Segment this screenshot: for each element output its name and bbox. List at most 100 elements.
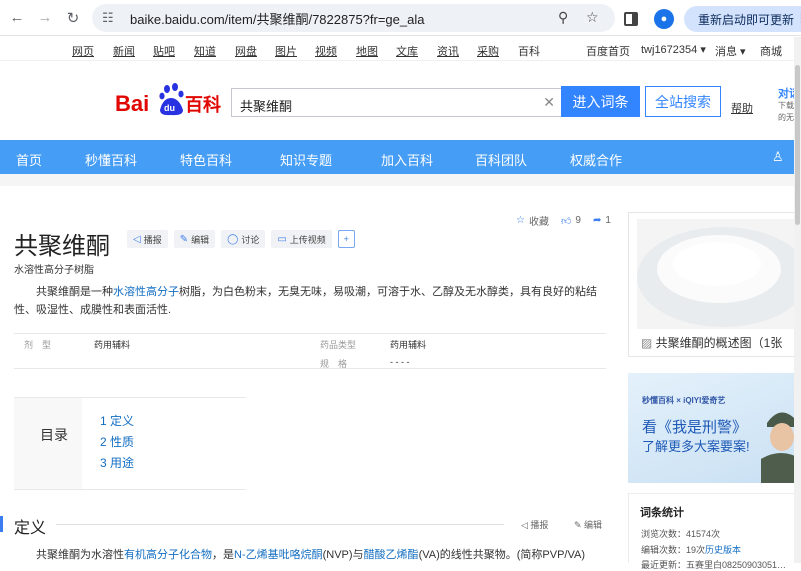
- album-caption[interactable]: ▨ 共聚维酮的概述图（1张: [641, 334, 782, 351]
- site-info-icon[interactable]: ☷: [102, 10, 118, 26]
- chat-icon: ◯: [227, 233, 239, 245]
- toplink-web[interactable]: 网页: [72, 43, 94, 59]
- nav-partner[interactable]: 权威合作: [570, 150, 622, 169]
- toplink-info[interactable]: 资讯: [437, 43, 459, 59]
- promo-subline: 了解更多大案要案!: [642, 439, 750, 454]
- toplink-baidu-home[interactable]: 百度首页: [586, 43, 630, 59]
- toplink-map[interactable]: 地图: [356, 43, 378, 59]
- baidu-baike-logo[interactable]: Bai du 百科: [115, 80, 223, 118]
- stat-views: 浏览次数：41574次: [641, 529, 721, 539]
- like-count: 9: [575, 215, 581, 226]
- section-edit-label: 编辑: [584, 520, 603, 530]
- main-nav: 首页 秒懂百科 特色百科 知识专题 加入百科 百科团队 权威合作 ♙: [0, 140, 801, 174]
- info-key-type: 药品类型: [320, 340, 357, 350]
- section-edit-button[interactable]: ✎ 编辑: [574, 518, 602, 531]
- basic-info-table: 剂 型 药用辅料 药品类型 药用辅料 规 格 - - - -: [14, 333, 606, 369]
- overview-album[interactable]: ▨ 共聚维酮的概述图（1张: [628, 212, 801, 357]
- info-value-type: 药用辅料: [390, 340, 427, 350]
- nav-topics[interactable]: 知识专题: [280, 150, 332, 169]
- scrollbar-thumb[interactable]: [795, 65, 800, 225]
- nav-miaodong[interactable]: 秒懂百科: [85, 150, 137, 169]
- defn-link-polymer[interactable]: 有机高分子化合物: [124, 549, 212, 561]
- search-input[interactable]: 共聚维酮 ✕: [231, 88, 561, 117]
- share-icon[interactable]: ➦: [593, 215, 601, 226]
- toplink-wenku[interactable]: 文库: [396, 43, 418, 59]
- entry-summary: 共聚维酮是一种水溶性高分子树脂，为白色粉末，无臭无味，易吸潮，可溶于水、乙醇及无…: [14, 283, 606, 319]
- toplink-image[interactable]: 图片: [275, 43, 297, 59]
- toplink-video[interactable]: 视频: [315, 43, 337, 59]
- profile-icon[interactable]: ●: [654, 9, 674, 29]
- defn-link-vinyl-acetate[interactable]: 醋酸乙烯酯: [364, 549, 419, 561]
- upload-video-button[interactable]: ▭ 上传视频: [271, 230, 332, 248]
- add-icon[interactable]: +: [337, 230, 355, 248]
- side-panel-icon[interactable]: [624, 12, 638, 26]
- user-menu[interactable]: twj1672354 ▾: [641, 43, 706, 56]
- info-value-dosage: 药用辅料: [94, 340, 131, 350]
- favorite-label[interactable]: 收藏: [529, 213, 549, 228]
- section-header-definition: 定义 ◁ 播报 ✎ 编辑: [0, 513, 612, 537]
- nav-featured[interactable]: 特色百科: [180, 150, 232, 169]
- stat-last-update: 最近更新：五赛里白08250903051…: [641, 560, 787, 570]
- upload-video-label: 上传视频: [289, 234, 326, 245]
- zoom-icon[interactable]: ⚲: [558, 9, 568, 26]
- toplink-news[interactable]: 新闻: [113, 43, 135, 59]
- scrollbar[interactable]: [794, 37, 801, 563]
- back-icon[interactable]: ←: [6, 7, 28, 29]
- pencil-icon: ✎: [179, 233, 189, 245]
- restart-label: 重新启动即可更新: [698, 12, 795, 27]
- toplink-purchase[interactable]: 采购: [477, 43, 499, 59]
- address-bar[interactable]: ☷ baike.baidu.com/item/共聚维酮/7822875?fr=g…: [92, 4, 615, 32]
- toc-item-properties[interactable]: 2 性质: [100, 433, 134, 450]
- clear-icon[interactable]: ✕: [543, 94, 555, 111]
- help-link[interactable]: 帮助: [731, 100, 753, 116]
- favorite-icon[interactable]: ☆: [516, 215, 525, 226]
- page-title: 共聚维酮: [14, 233, 110, 260]
- toplink-zhidao[interactable]: 知道: [194, 43, 216, 59]
- nav-join[interactable]: 加入百科: [381, 150, 433, 169]
- reload-icon[interactable]: ↻: [62, 7, 84, 29]
- toc-item-uses[interactable]: 3 用途: [100, 454, 134, 471]
- summary-text-a: 共聚维酮是一种: [36, 286, 113, 298]
- enter-entry-button[interactable]: 进入词条: [561, 86, 640, 117]
- toplink-tieba[interactable]: 贴吧: [153, 43, 175, 59]
- section-title: 定义: [14, 520, 47, 537]
- menu-dots-icon[interactable]: ⋮: [796, 11, 801, 25]
- forward-icon[interactable]: →: [34, 7, 56, 29]
- toc-item-definition[interactable]: 1 定义: [100, 412, 134, 429]
- section-broadcast-button[interactable]: ◁ 播报: [521, 518, 548, 531]
- stat-title: 词条统计: [640, 507, 684, 519]
- stat-edits-text: 编辑次数：19次: [641, 545, 706, 555]
- top-links-bar: 网页 新闻 贴吧 知道 网盘 图片 视频 地图 文库 资讯 采购 百科 百度首页…: [0, 37, 801, 61]
- divider-band: [0, 174, 801, 186]
- entry-subtitle: 水溶性高分子树脂: [14, 265, 94, 276]
- section-broadcast-label: 播报: [530, 520, 549, 530]
- album-image[interactable]: [637, 219, 801, 329]
- user-icon[interactable]: ♙: [772, 149, 784, 165]
- like-icon[interactable]: 👍︎: [561, 215, 571, 227]
- info-value-spec: - - - -: [390, 357, 410, 367]
- toplink-pan[interactable]: 网盘: [235, 43, 257, 59]
- section-marker: [0, 516, 3, 532]
- defn-link-nvp[interactable]: N-乙烯基吡咯烷酮: [234, 549, 323, 561]
- nav-team[interactable]: 百科团队: [475, 150, 527, 169]
- svg-text:Bai: Bai: [115, 91, 149, 116]
- restart-update-button[interactable]: 重新启动即可更新 ⋮: [684, 6, 801, 32]
- toplink-mall[interactable]: 商城: [760, 43, 782, 59]
- definition-paragraph: 共聚维酮为水溶性有机高分子化合物，是N-乙烯基吡咯烷酮(NVP)与醋酸乙烯酯(V…: [14, 546, 606, 562]
- discuss-button[interactable]: ◯ 讨论: [221, 230, 266, 248]
- message-menu[interactable]: 消息 ▾: [715, 43, 746, 59]
- bookmark-star-icon[interactable]: ☆: [586, 9, 599, 26]
- share-count: 1: [605, 215, 611, 226]
- edit-button[interactable]: ✎ 编辑: [173, 230, 216, 248]
- toplink-baike[interactable]: 百科: [518, 43, 540, 59]
- defn-text-a: 共聚维酮为水溶性: [36, 549, 124, 561]
- broadcast-button[interactable]: ◁ 播报: [127, 230, 168, 248]
- summary-link[interactable]: 水溶性高分子: [113, 286, 179, 298]
- history-link[interactable]: 历史版本: [705, 545, 741, 555]
- site-search-button[interactable]: 全站搜索: [645, 86, 721, 117]
- nav-home[interactable]: 首页: [16, 150, 42, 169]
- video-icon: ▭: [277, 233, 287, 245]
- entry-stats: ☆ 收藏 👍︎ 9 ➦ 1: [516, 213, 615, 228]
- promo-banner[interactable]: 秒懂百科 × iQIYI爱奇艺 看《我是刑警》 了解更多大案要案!: [628, 373, 801, 483]
- defn-text-c: ，是: [212, 549, 234, 561]
